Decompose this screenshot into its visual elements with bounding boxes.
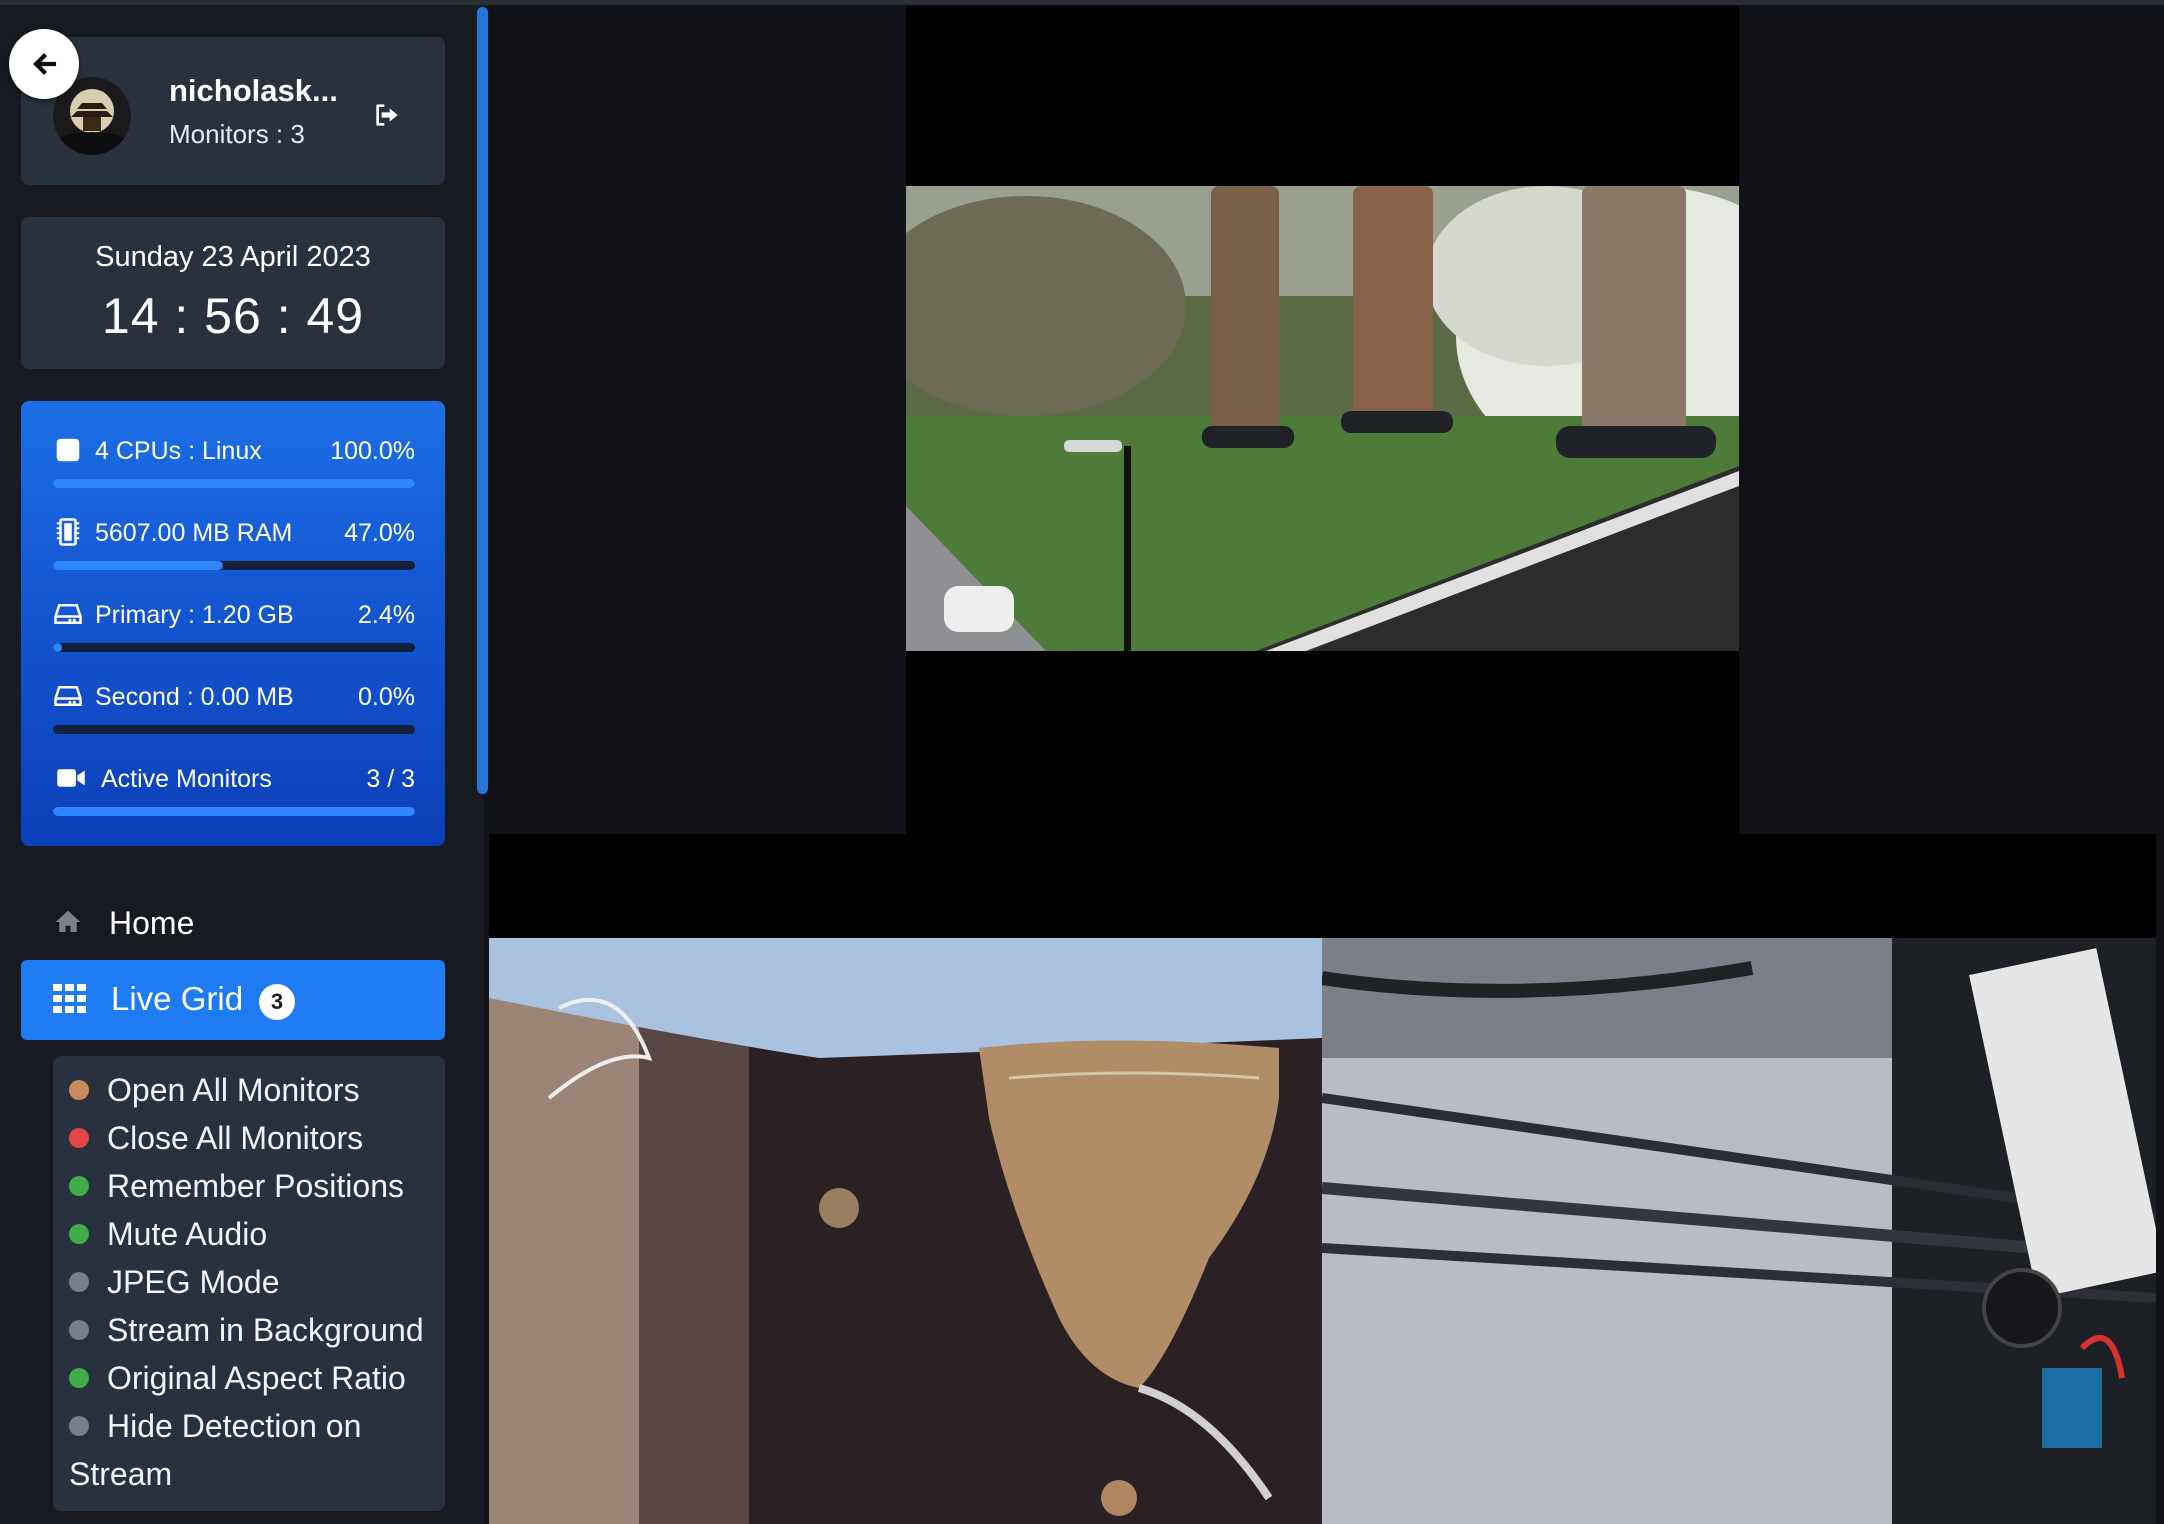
hard-drive-icon: [54, 686, 82, 706]
monitor-count: Monitors : 3: [169, 119, 305, 149]
memory-chip-icon: [56, 518, 80, 546]
username: nicholask...: [169, 73, 338, 108]
nav-item-label: Home: [109, 905, 195, 941]
camera-feed-printer-frame[interactable]: [1322, 938, 2156, 1524]
stat-value: 3 / 3: [366, 765, 415, 793]
option-label: Remember Positions: [107, 1168, 404, 1204]
stat-progress-bar: [53, 807, 415, 816]
stat-label: 5607.00 MB RAM: [95, 519, 293, 547]
stat-label: Primary : 1.20 GB: [95, 601, 294, 629]
option-stream-in-background[interactable]: Stream in Background: [69, 1306, 439, 1354]
option-label: Mute Audio: [107, 1216, 268, 1252]
user-card: nicholask... Monitors : 3: [21, 37, 445, 185]
option-label: Close All Monitors: [107, 1120, 364, 1156]
stat-second-disk: Second : 0.00 MB 0.0%: [53, 679, 415, 739]
printer-frame-scene: [1322, 938, 2156, 1524]
stat-primary-disk: Primary : 1.20 GB 2.4%: [53, 597, 415, 657]
sidebar: nicholask... Monitors : 3 Sunday 23 Apri…: [0, 5, 488, 1524]
count-badge: 3: [259, 984, 295, 1020]
monitor-tile[interactable]: [906, 5, 1739, 834]
camera-feed-bird-feeders[interactable]: [906, 186, 1739, 651]
live-grid-area: [489, 5, 2164, 1524]
stat-label: Active Monitors: [101, 765, 272, 793]
printer-nozzle-scene: [489, 938, 1322, 1524]
stat-value: 2.4%: [358, 601, 415, 629]
arrow-left-icon: [33, 53, 57, 75]
app-window: nicholask... Monitors : 3 Sunday 23 Apri…: [0, 0, 2164, 1524]
option-hide-detection-on-stream[interactable]: Hide Detection on Stream: [69, 1402, 399, 1498]
status-dot: [69, 1223, 89, 1244]
video-camera-icon: [57, 769, 85, 787]
option-label: Stream in Background: [107, 1312, 424, 1348]
stat-progress-bar: [53, 725, 415, 734]
option-label: Open All Monitors: [107, 1072, 360, 1108]
stat-ram: 5607.00 MB RAM 47.0%: [53, 515, 415, 575]
status-dot: [69, 1415, 89, 1436]
stat-value: 0.0%: [358, 683, 415, 711]
status-dot: [69, 1127, 89, 1148]
option-close-all-monitors[interactable]: Close All Monitors: [69, 1114, 439, 1162]
stat-progress-bar: [53, 643, 415, 652]
stat-label: Second : 0.00 MB: [95, 683, 294, 711]
status-dot: [69, 1319, 89, 1340]
stat-label: 4 CPUs : Linux: [95, 437, 262, 465]
nav-item-home[interactable]: Home: [21, 889, 445, 957]
option-open-all-monitors[interactable]: Open All Monitors: [69, 1066, 439, 1114]
option-label: Original Aspect Ratio: [107, 1360, 406, 1396]
status-dot: [69, 1271, 89, 1292]
hard-drive-icon: [54, 604, 82, 624]
stat-progress-fill: [53, 643, 62, 652]
bird-feeder-scene: [906, 186, 1739, 651]
sidebar-scrollbar[interactable]: [477, 7, 488, 794]
stat-value: 47.0%: [344, 519, 415, 547]
monitor-tile[interactable]: [489, 834, 2156, 1524]
stat-progress-fill: [53, 807, 415, 816]
option-label: JPEG Mode: [107, 1264, 280, 1300]
clock-date: Sunday 23 April 2023: [95, 241, 371, 273]
live-grid-options: Open All Monitors Close All Monitors Rem…: [53, 1056, 445, 1511]
back-button[interactable]: [9, 29, 79, 99]
status-dot: [69, 1367, 89, 1388]
clock-time: 14 : 56 : 49: [101, 288, 365, 344]
stat-progress-fill: [53, 479, 415, 488]
grid-icon: [53, 984, 86, 1013]
stat-cpu: 4 CPUs : Linux 100.0%: [53, 433, 415, 493]
option-remember-positions[interactable]: Remember Positions: [69, 1162, 439, 1210]
home-icon: [55, 910, 81, 932]
option-jpeg-mode[interactable]: JPEG Mode: [69, 1258, 439, 1306]
nav-item-live-grid[interactable]: Live Grid 3: [21, 960, 445, 1040]
logout-icon[interactable]: [371, 99, 403, 131]
nav-item-label: Live Grid: [111, 980, 244, 1017]
option-mute-audio[interactable]: Mute Audio: [69, 1210, 439, 1258]
system-stats-card: 4 CPUs : Linux 100.0% 5607.00 MB RAM 47.…: [21, 401, 445, 846]
stat-progress-bar: [53, 479, 415, 488]
option-original-aspect-ratio[interactable]: Original Aspect Ratio: [69, 1354, 439, 1402]
status-dot: [69, 1079, 89, 1100]
clock-card: Sunday 23 April 2023 14 : 56 : 49: [21, 217, 445, 369]
status-dot: [69, 1175, 89, 1196]
option-label: Hide Detection on Stream: [69, 1408, 362, 1492]
cpu-square-icon: [56, 438, 80, 462]
camera-feed-nozzle[interactable]: [489, 938, 1322, 1524]
stat-progress-bar: [53, 561, 415, 570]
stat-progress-fill: [53, 561, 224, 570]
stat-active-monitors: Active Monitors 3 / 3: [53, 761, 415, 821]
stat-value: 100.0%: [330, 437, 415, 465]
